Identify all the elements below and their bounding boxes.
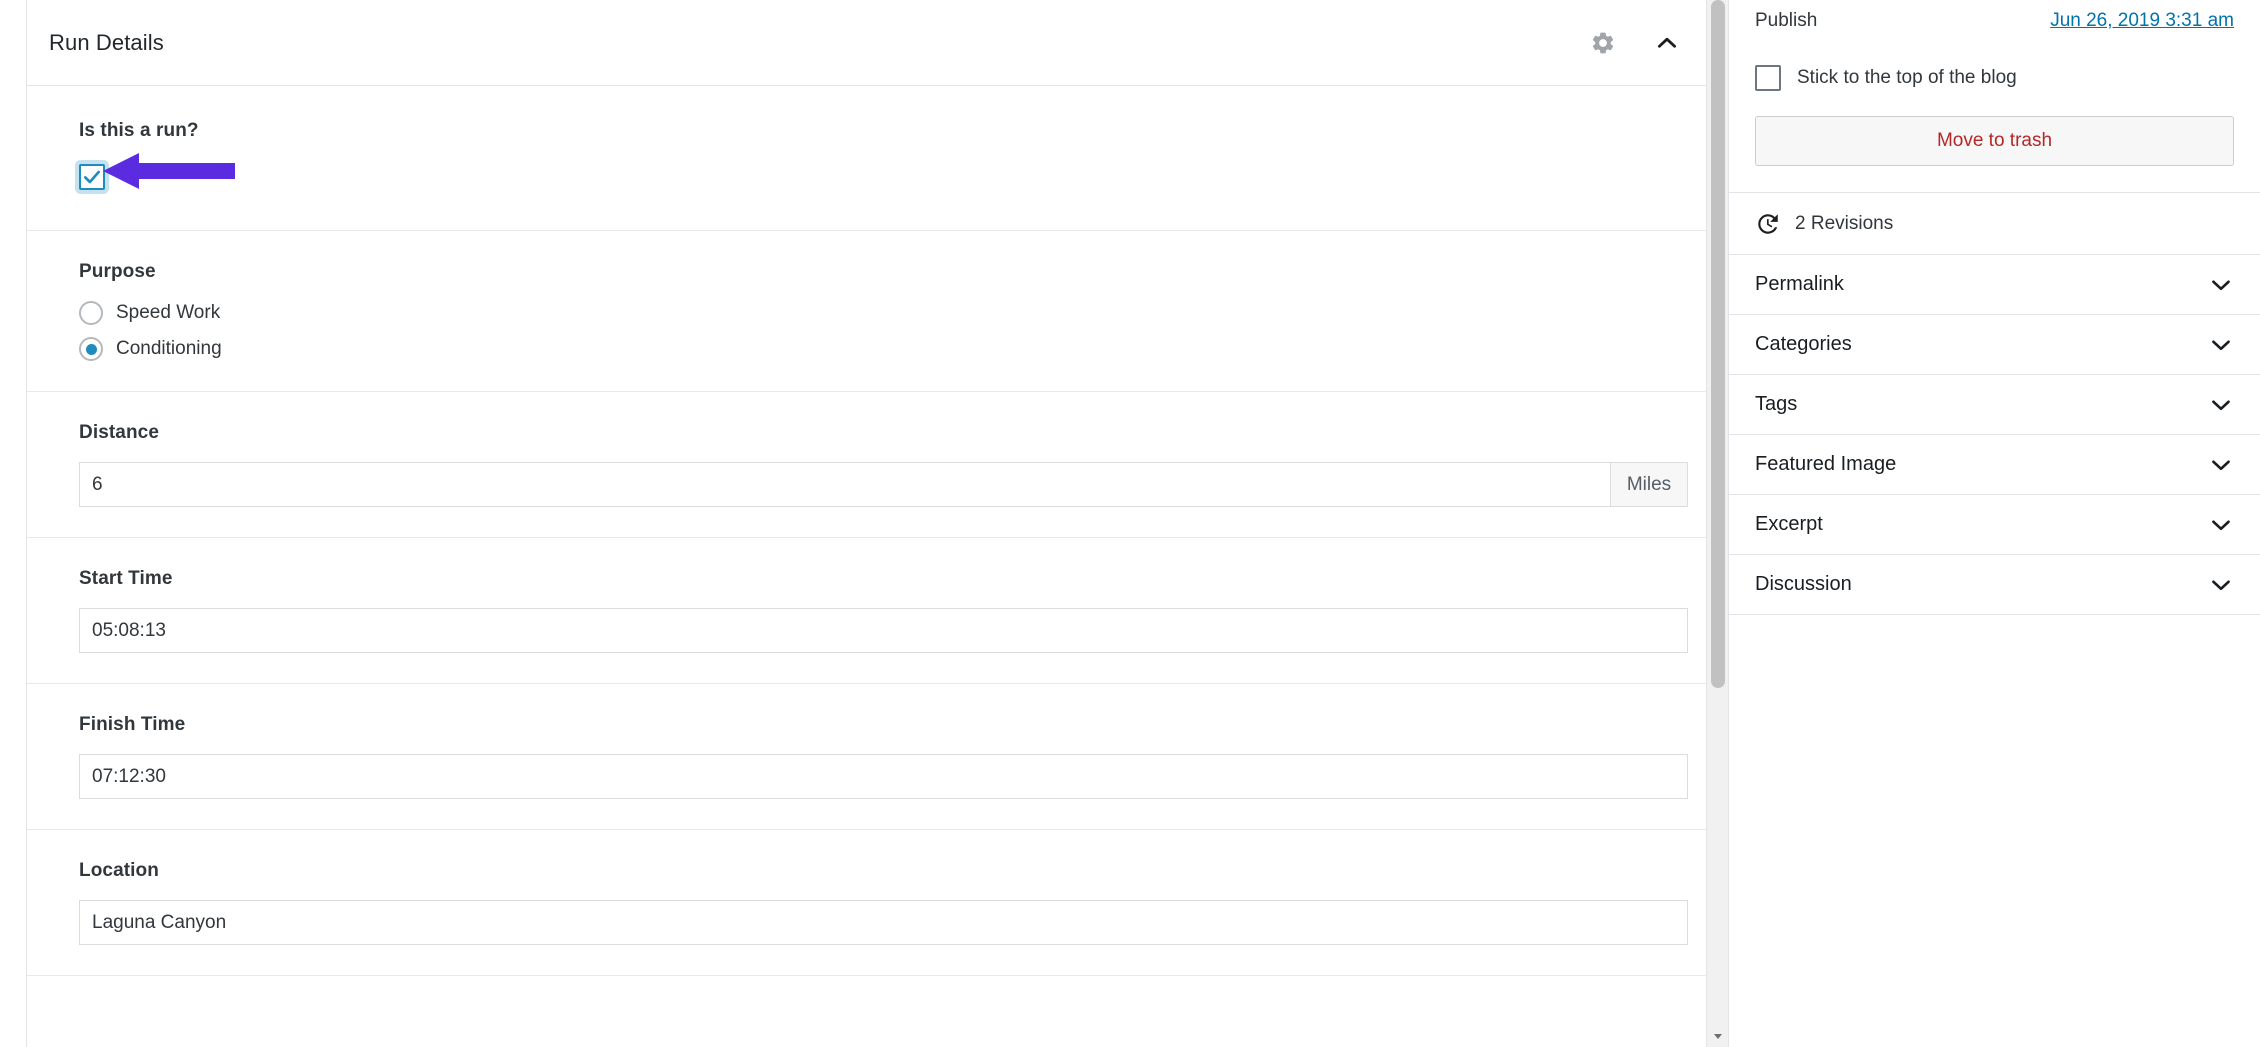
purpose-label: Purpose [79, 261, 156, 282]
wordpress-post-editor: Run Details Is this a run? Purpose Speed… [0, 0, 2260, 1047]
publish-label: Publish [1755, 10, 1818, 31]
sidebar-panel-featured-image[interactable]: Featured Image [1729, 434, 2260, 494]
publish-row: Publish Jun 26, 2019 3:31 am [1755, 0, 2234, 42]
stick-to-top-checkbox[interactable] [1755, 65, 1781, 91]
chevron-down-icon [2208, 572, 2234, 598]
sidebar-panel-excerpt[interactable]: Excerpt [1729, 494, 2260, 554]
radio-speed-work[interactable]: Speed Work [79, 301, 1688, 325]
distance-input-group: Miles [79, 462, 1688, 507]
field-distance: Distance Miles [27, 392, 1728, 538]
stick-to-top-label: Stick to the top of the blog [1797, 67, 2017, 88]
distance-input[interactable] [79, 462, 1610, 507]
radio-conditioning-indicator [79, 337, 103, 361]
radio-conditioning[interactable]: Conditioning [79, 337, 1688, 361]
sidebar-panel-excerpt-label: Excerpt [1755, 513, 1823, 535]
start-time-input[interactable] [79, 608, 1688, 653]
sidebar-panel-permalink[interactable]: Permalink [1729, 254, 2260, 314]
field-location: Location [27, 830, 1728, 976]
metabox-scrollbar[interactable] [1706, 0, 1728, 1047]
sidebar-panel-featured-image-label: Featured Image [1755, 453, 1897, 475]
scrollbar-down-arrow-icon[interactable] [1707, 1025, 1728, 1047]
finish-time-input[interactable] [79, 754, 1688, 799]
sidebar-panel-tags-label: Tags [1755, 393, 1798, 415]
gear-icon-glyph [1592, 32, 1614, 53]
publish-section: Publish Jun 26, 2019 3:31 am Stick to th… [1729, 0, 2260, 106]
gear-icon[interactable] [1582, 22, 1624, 64]
chevron-up-icon[interactable] [1646, 22, 1688, 64]
sidebar-panel-categories[interactable]: Categories [1729, 314, 2260, 374]
distance-unit-suffix: Miles [1610, 462, 1688, 507]
chevron-down-icon [2208, 452, 2234, 478]
radio-speed-work-label: Speed Work [116, 302, 221, 323]
sidebar-panel-tags[interactable]: Tags [1729, 374, 2260, 434]
distance-label: Distance [79, 422, 160, 443]
document-sidebar: Publish Jun 26, 2019 3:31 am Stick to th… [1729, 0, 2260, 1047]
chevron-down-icon [2208, 272, 2234, 298]
field-start-time: Start Time [27, 538, 1728, 684]
move-to-trash-button[interactable]: Move to trash [1755, 116, 2234, 166]
chevron-down-icon [2208, 512, 2234, 538]
chevron-up-icon-glyph [1658, 37, 1676, 48]
sidebar-filler [1729, 614, 2260, 1047]
publish-date-link[interactable]: Jun 26, 2019 3:31 am [2050, 10, 2234, 32]
move-to-trash-wrap: Move to trash [1729, 106, 2260, 192]
finish-time-label: Finish Time [79, 714, 186, 735]
radio-conditioning-label: Conditioning [116, 338, 222, 359]
metabox-header-actions [1582, 22, 1688, 64]
radio-speed-work-indicator [79, 301, 103, 325]
check-icon [84, 170, 100, 184]
revisions-label: 2 Revisions [1795, 212, 1894, 234]
sidebar-panel-categories-label: Categories [1755, 333, 1852, 355]
is-this-a-run-row [79, 160, 1688, 194]
is-this-a-run-label: Is this a run? [79, 120, 199, 141]
start-time-label: Start Time [79, 568, 173, 589]
run-details-metabox: Run Details Is this a run? Purpose Speed… [26, 0, 1728, 1047]
sidebar-panel-discussion-label: Discussion [1755, 573, 1852, 595]
chevron-down-icon [2208, 332, 2234, 358]
metabox-title: Run Details [49, 29, 164, 55]
field-purpose: Purpose Speed Work Conditioning [27, 231, 1728, 392]
location-label: Location [79, 860, 159, 881]
revisions-row[interactable]: 2 Revisions [1729, 192, 2260, 254]
metabox-pane: Run Details Is this a run? Purpose Speed… [0, 0, 1729, 1047]
field-is-this-a-run: Is this a run? [27, 86, 1728, 231]
location-input[interactable] [79, 900, 1688, 945]
scrollbar-thumb[interactable] [1711, 0, 1725, 688]
is-this-a-run-checkbox[interactable] [79, 164, 105, 190]
sidebar-panel-discussion[interactable]: Discussion [1729, 554, 2260, 614]
chevron-down-icon [2208, 392, 2234, 418]
sidebar-panel-permalink-label: Permalink [1755, 273, 1844, 295]
metabox-header: Run Details [27, 0, 1728, 86]
history-clock-icon-glyph [1758, 213, 1778, 234]
field-finish-time: Finish Time [27, 684, 1728, 830]
history-clock-icon [1755, 211, 1781, 237]
sticky-row: Stick to the top of the blog [1755, 50, 2234, 106]
